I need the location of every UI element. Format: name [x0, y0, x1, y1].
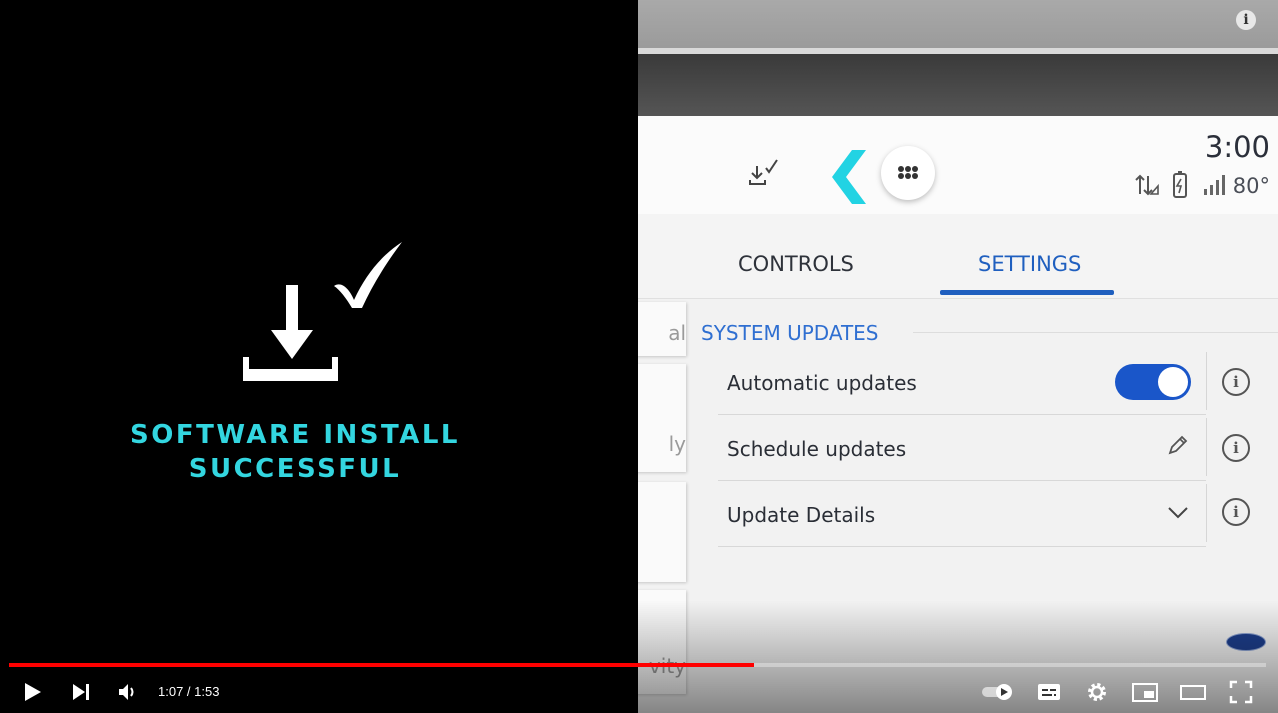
video-info-button[interactable]: i — [1236, 10, 1256, 30]
setting-label: Schedule updates — [727, 437, 907, 461]
section-title: SYSTEM UPDATES — [701, 321, 879, 345]
dashboard-surface — [638, 0, 1278, 50]
theater-mode-icon[interactable] — [1179, 676, 1207, 708]
setting-label: Update Details — [727, 503, 876, 527]
chevron-down-icon[interactable] — [1166, 502, 1190, 522]
row-divider — [1206, 352, 1207, 410]
side-menu-card[interactable]: al — [638, 302, 686, 356]
row-divider — [1206, 484, 1207, 542]
clock: 3:00 — [1204, 130, 1270, 164]
progress-bar[interactable] — [9, 663, 1266, 667]
settings-gear-icon[interactable] — [1084, 676, 1110, 708]
autoplay-toggle-icon[interactable] — [980, 676, 1016, 708]
next-video-icon[interactable] — [68, 676, 94, 708]
side-menu-card[interactable]: ly — [638, 364, 686, 472]
success-message-line1: SOFTWARE INSTALL — [130, 420, 460, 450]
progress-played — [9, 663, 755, 667]
row-divider — [1206, 418, 1207, 476]
outside-temperature: 80° — [1232, 174, 1270, 198]
automatic-updates-toggle[interactable] — [1115, 364, 1191, 400]
status-bar: 3:00 80° — [638, 116, 1278, 214]
miniplayer-icon[interactable] — [1131, 676, 1159, 708]
phone-battery-icon — [1173, 171, 1187, 198]
setting-row-update-details[interactable]: Update Details — [718, 480, 1206, 547]
info-icon[interactable]: i — [1222, 434, 1250, 462]
setting-row-schedule-updates[interactable]: Schedule updates — [718, 414, 1206, 481]
apps-grid-button[interactable] — [881, 146, 935, 200]
download-check-icon[interactable] — [748, 158, 780, 188]
side-menu-card[interactable] — [638, 482, 686, 582]
toggle-knob — [1158, 367, 1188, 397]
download-complete-icon — [243, 242, 402, 381]
back-chevron-icon[interactable] — [828, 148, 868, 206]
fullscreen-icon[interactable] — [1228, 676, 1254, 708]
active-tab-indicator — [940, 290, 1114, 295]
tab-settings[interactable]: SETTINGS — [978, 252, 1081, 276]
success-message-line2: SUCCESSFUL — [188, 454, 402, 484]
data-transfer-icon — [1135, 174, 1159, 196]
info-icon[interactable]: i — [1222, 498, 1250, 526]
subtitles-icon[interactable] — [1036, 676, 1062, 708]
video-frame[interactable]: SOFTWARE INSTALL SUCCESSFUL 3:00 80° CON… — [0, 0, 1278, 713]
setting-label: Automatic updates — [727, 371, 917, 395]
section-divider — [913, 332, 1278, 333]
apps-grid-icon — [898, 166, 918, 179]
side-menu-fragment: al — [668, 321, 686, 345]
edit-pencil-icon[interactable] — [1166, 433, 1190, 457]
setting-row-automatic-updates[interactable]: Automatic updates — [718, 348, 1206, 415]
info-icon[interactable]: i — [1222, 368, 1250, 396]
time-display: 1:07 / 1:53 — [158, 684, 220, 699]
tab-controls[interactable]: CONTROLS — [738, 252, 854, 276]
screen-bezel — [638, 54, 1278, 116]
tab-bar: CONTROLS SETTINGS — [638, 214, 1278, 299]
volume-icon[interactable] — [114, 676, 140, 708]
signal-icon — [1204, 175, 1225, 195]
play-icon[interactable] — [20, 676, 46, 708]
side-menu-fragment: ly — [668, 432, 686, 456]
